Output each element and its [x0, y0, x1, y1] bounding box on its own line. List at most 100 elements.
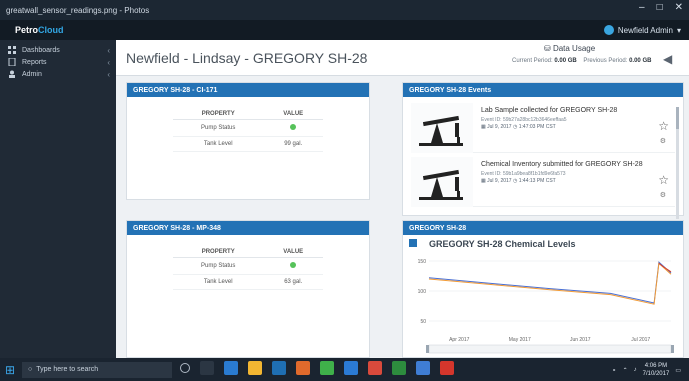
- app-icon[interactable]: [416, 361, 430, 375]
- sidebar-item-admin[interactable]: Admin ‹: [0, 68, 116, 80]
- document-icon: [8, 57, 16, 67]
- close-icon[interactable]: ✕: [675, 2, 683, 13]
- table-header: PROPERTY VALUE: [173, 247, 323, 258]
- panel-mp-348: GREGORY SH-28 - MP-348 PROPERTY VALUE Pu…: [126, 220, 370, 358]
- y-tick-label: 50: [420, 319, 426, 325]
- page-header: Newfield - Lindsay - GREGORY SH-28 ⛁ Dat…: [116, 40, 689, 76]
- search-placeholder: Type here to search: [36, 366, 99, 373]
- taskbar-apps: [180, 361, 454, 375]
- series-line: [428, 262, 672, 305]
- collapse-icon[interactable]: ◀: [663, 52, 675, 66]
- app-icon[interactable]: [392, 361, 406, 375]
- x-tick-label: Jul 2017: [631, 337, 650, 343]
- y-tick-label: 100: [418, 289, 427, 295]
- star-icon[interactable]: ☆: [658, 119, 669, 133]
- windows-start-icon[interactable]: ⊞: [0, 358, 20, 381]
- column-header: VALUE: [263, 247, 323, 258]
- app-icon[interactable]: [368, 361, 382, 375]
- property-table: PROPERTY VALUE Pump Status Tank Level 63…: [173, 247, 323, 290]
- property-cell: Pump Status: [173, 257, 264, 275]
- panel-title: GREGORY SH-28 - CI-171: [127, 83, 369, 97]
- photos-icon[interactable]: [296, 361, 310, 375]
- clock-date: 7/10/2017: [642, 371, 670, 377]
- grid-icon: [8, 46, 16, 54]
- people-icon[interactable]: ⚬: [612, 367, 617, 374]
- chart-area: 50 100 150 Apr 2017 May 2017 Jun 2017 Jul 2017: [409, 251, 679, 359]
- file-explorer-icon[interactable]: [248, 361, 262, 375]
- range-handle-left: [426, 345, 429, 353]
- task-view-icon[interactable]: [200, 361, 214, 375]
- sidebar-item-label: Dashboards: [22, 46, 60, 54]
- app-icon[interactable]: [344, 361, 358, 375]
- edge-icon[interactable]: [224, 361, 238, 375]
- previous-period-value: 0.00 GB: [629, 58, 652, 64]
- panel-ci-171: GREGORY SH-28 - CI-171 PROPERTY VALUE Pu…: [126, 82, 370, 200]
- store-icon[interactable]: [272, 361, 286, 375]
- event-item[interactable]: Chemical Inventory submitted for GREGORY…: [411, 157, 675, 207]
- current-period-value: 0.00 GB: [554, 58, 577, 64]
- chart-menu-icon[interactable]: [409, 239, 417, 247]
- data-usage: ⛁ Data Usage Current Period: 0.00 GB Pre…: [502, 44, 651, 70]
- y-tick-label: 150: [418, 259, 427, 265]
- event-time: 1:47:03 PM CST: [518, 124, 556, 130]
- chrome-icon[interactable]: [320, 361, 334, 375]
- event-time: 1:44:13 PM CST: [518, 178, 556, 184]
- table-header: PROPERTY VALUE: [173, 109, 323, 120]
- system-tray: ⚬ ⌃ ♪ 4:06 PM 7/10/2017 ▭: [612, 362, 681, 378]
- property-cell: Tank Level: [173, 274, 264, 290]
- event-id: Event ID: 59b1a9bea8f1b1fd9e6fa573: [481, 171, 566, 177]
- event-date: Jul 9, 2017: [487, 178, 512, 184]
- panel-title: GREGORY SH-28: [403, 221, 683, 235]
- series-line: [658, 263, 672, 273]
- minimize-icon[interactable]: –: [639, 2, 645, 13]
- app-icon[interactable]: [440, 361, 454, 375]
- window-title: greatwall_sensor_readings.png - Photos: [6, 5, 150, 15]
- status-dot-icon: [290, 262, 297, 268]
- chevron-down-icon: ▾: [676, 25, 681, 35]
- property-cell: Pump Status: [173, 119, 264, 137]
- app-logo[interactable]: PetroCloud: [12, 23, 64, 37]
- table-row: Pump Status: [173, 257, 323, 275]
- scrollbar-thumb[interactable]: [676, 107, 679, 129]
- user-menu[interactable]: Newfield Admin ▾: [603, 24, 681, 36]
- user-name: Newfield Admin: [617, 25, 673, 35]
- notification-icon[interactable]: ▭: [675, 367, 681, 374]
- chart-panel: GREGORY SH-28 GREGORY SH-28 Chemical Lev…: [402, 220, 684, 358]
- gear-icon[interactable]: ⚙: [660, 191, 666, 199]
- logo-text: Petro: [15, 25, 39, 35]
- chevron-left-icon: ‹: [107, 45, 110, 55]
- maximize-icon[interactable]: □: [657, 2, 663, 13]
- panel-title: GREGORY SH-28 - MP-348: [127, 221, 369, 235]
- sidebar: Dashboards ‹ Reports ‹ Admin ‹: [0, 40, 116, 358]
- gear-icon[interactable]: ⚙: [660, 137, 666, 145]
- panel-title: GREGORY SH-28 Events: [403, 83, 683, 97]
- cortana-icon[interactable]: [180, 363, 190, 373]
- event-item[interactable]: Lab Sample collected for GREGORY SH-28 E…: [411, 103, 675, 153]
- volume-icon[interactable]: ♪: [634, 367, 637, 373]
- event-id: Event ID: 59b27a28bc12b3646eeffaa5: [481, 117, 567, 123]
- star-icon[interactable]: ☆: [658, 173, 669, 187]
- page-title: Newfield - Lindsay - GREGORY SH-28: [126, 50, 368, 66]
- x-tick-label: Jun 2017: [570, 337, 591, 343]
- clock[interactable]: 4:06 PM 7/10/2017: [643, 362, 670, 378]
- scrollbar[interactable]: [676, 107, 679, 219]
- x-tick-label: May 2017: [509, 337, 531, 343]
- taskbar-search[interactable]: ○ Type here to search: [22, 361, 172, 378]
- event-date: Jul 9, 2017: [487, 124, 512, 130]
- event-title: Lab Sample collected for GREGORY SH-28: [481, 107, 618, 114]
- window-titlebar: greatwall_sensor_readings.png - Photos –…: [0, 0, 689, 20]
- sidebar-item-dashboards[interactable]: Dashboards ‹: [0, 44, 116, 56]
- value-cell: 63 gal.: [263, 274, 323, 290]
- search-icon: ○: [28, 366, 33, 373]
- chart-title: GREGORY SH-28 Chemical Levels: [429, 239, 576, 249]
- calendar-icon: ▦: [481, 124, 486, 130]
- sidebar-item-label: Admin: [22, 70, 42, 78]
- sidebar-item-reports[interactable]: Reports ‹: [0, 56, 116, 68]
- pumpjack-icon: [411, 103, 473, 153]
- app-header: PetroCloud Newfield Admin ▾: [0, 20, 689, 40]
- avatar: [603, 25, 614, 35]
- chevron-left-icon: ‹: [107, 69, 110, 79]
- value-cell: [263, 257, 323, 275]
- network-icon[interactable]: ⌃: [623, 367, 628, 374]
- column-header: PROPERTY: [173, 109, 264, 120]
